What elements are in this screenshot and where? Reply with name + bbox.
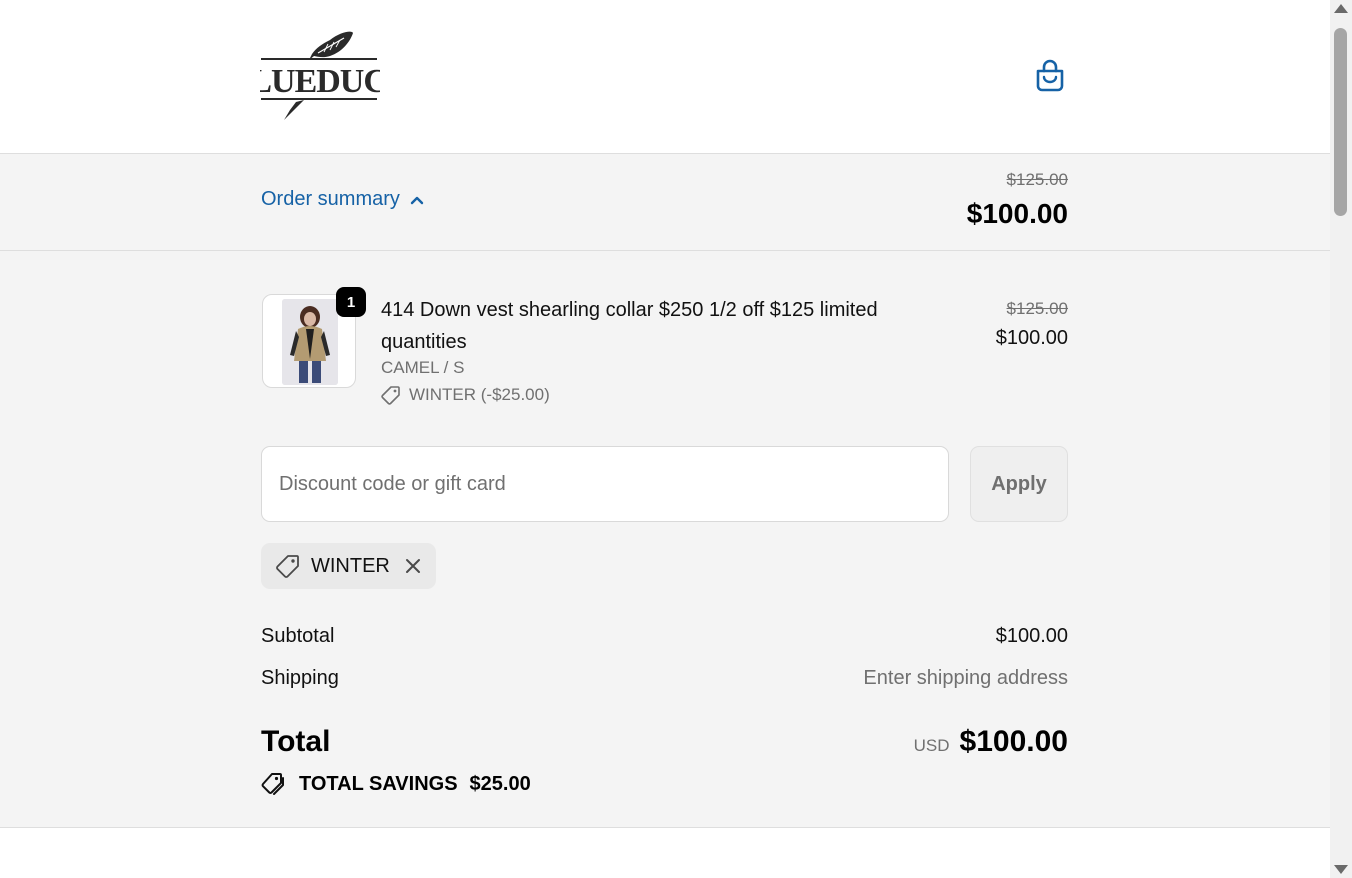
blueduck-logo-image: BLUEDUCK — [228, 31, 415, 120]
product-variant: CAMEL / S — [381, 358, 465, 377]
order-summary-toggle[interactable]: Order summary — [261, 188, 424, 211]
checkout-page: BLUEDUCK Order summary $125.00 $100.00 — [0, 0, 1330, 878]
product-price: $100.00 — [995, 327, 1068, 349]
remove-discount-button[interactable] — [404, 557, 422, 575]
total-savings-label: TOTAL SAVINGS — [299, 772, 458, 795]
total-currency: USD — [913, 736, 950, 755]
product-discount: WINTER (-$25.00) — [381, 385, 550, 405]
subtotal-label: Subtotal — [261, 625, 335, 647]
product-compare-price: $125.00 — [1006, 299, 1068, 318]
page-scrollbar[interactable] — [1330, 0, 1352, 878]
svg-text:BLUEDUCK: BLUEDUCK — [260, 63, 380, 100]
chevron-up-icon — [410, 196, 424, 204]
scrollbar-thumb[interactable] — [1334, 28, 1347, 216]
total-value: $100.00 — [959, 725, 1068, 758]
discount-tag-icon — [276, 555, 299, 578]
product-title: 414 Down vest shearling collar $250 1/2 … — [381, 299, 878, 353]
summary-compare-price: $125.00 — [1006, 170, 1068, 189]
product-photo — [282, 299, 338, 385]
product-image — [282, 299, 338, 385]
scroll-up-arrow-icon[interactable] — [1334, 4, 1348, 13]
order-summary-toggle-bar — [0, 154, 1330, 251]
total-value-group: USD $100.00 — [914, 725, 1068, 759]
applied-discount-chip: WINTER — [261, 543, 436, 589]
total-savings-value: $25.00 — [469, 772, 531, 795]
scroll-down-arrow-icon[interactable] — [1334, 865, 1348, 874]
discount-tag-icon — [381, 386, 400, 405]
applied-discount-code: WINTER — [311, 554, 390, 577]
order-summary-label: Order summary — [261, 188, 400, 210]
total-savings: TOTAL SAVINGS $25.00 — [261, 772, 531, 796]
summary-price: $100.00 — [966, 198, 1068, 229]
cart-button[interactable] — [1030, 56, 1070, 96]
subtotal-value: $100.00 — [995, 625, 1068, 647]
shopping-bag-icon — [1036, 59, 1064, 92]
close-icon — [405, 559, 420, 573]
quantity-badge: 1 — [336, 287, 366, 317]
shipping-label: Shipping — [261, 667, 339, 689]
shipping-value: Enter shipping address — [863, 667, 1068, 689]
apply-discount-button[interactable]: Apply — [970, 446, 1068, 522]
product-discount-label: WINTER (-$25.00) — [409, 385, 550, 404]
discount-code-input[interactable] — [261, 446, 949, 522]
savings-tag-icon — [261, 773, 284, 795]
site-header: BLUEDUCK — [0, 0, 1330, 154]
blueduck-logo[interactable]: BLUEDUCK — [228, 30, 415, 122]
total-label: Total — [261, 725, 331, 758]
